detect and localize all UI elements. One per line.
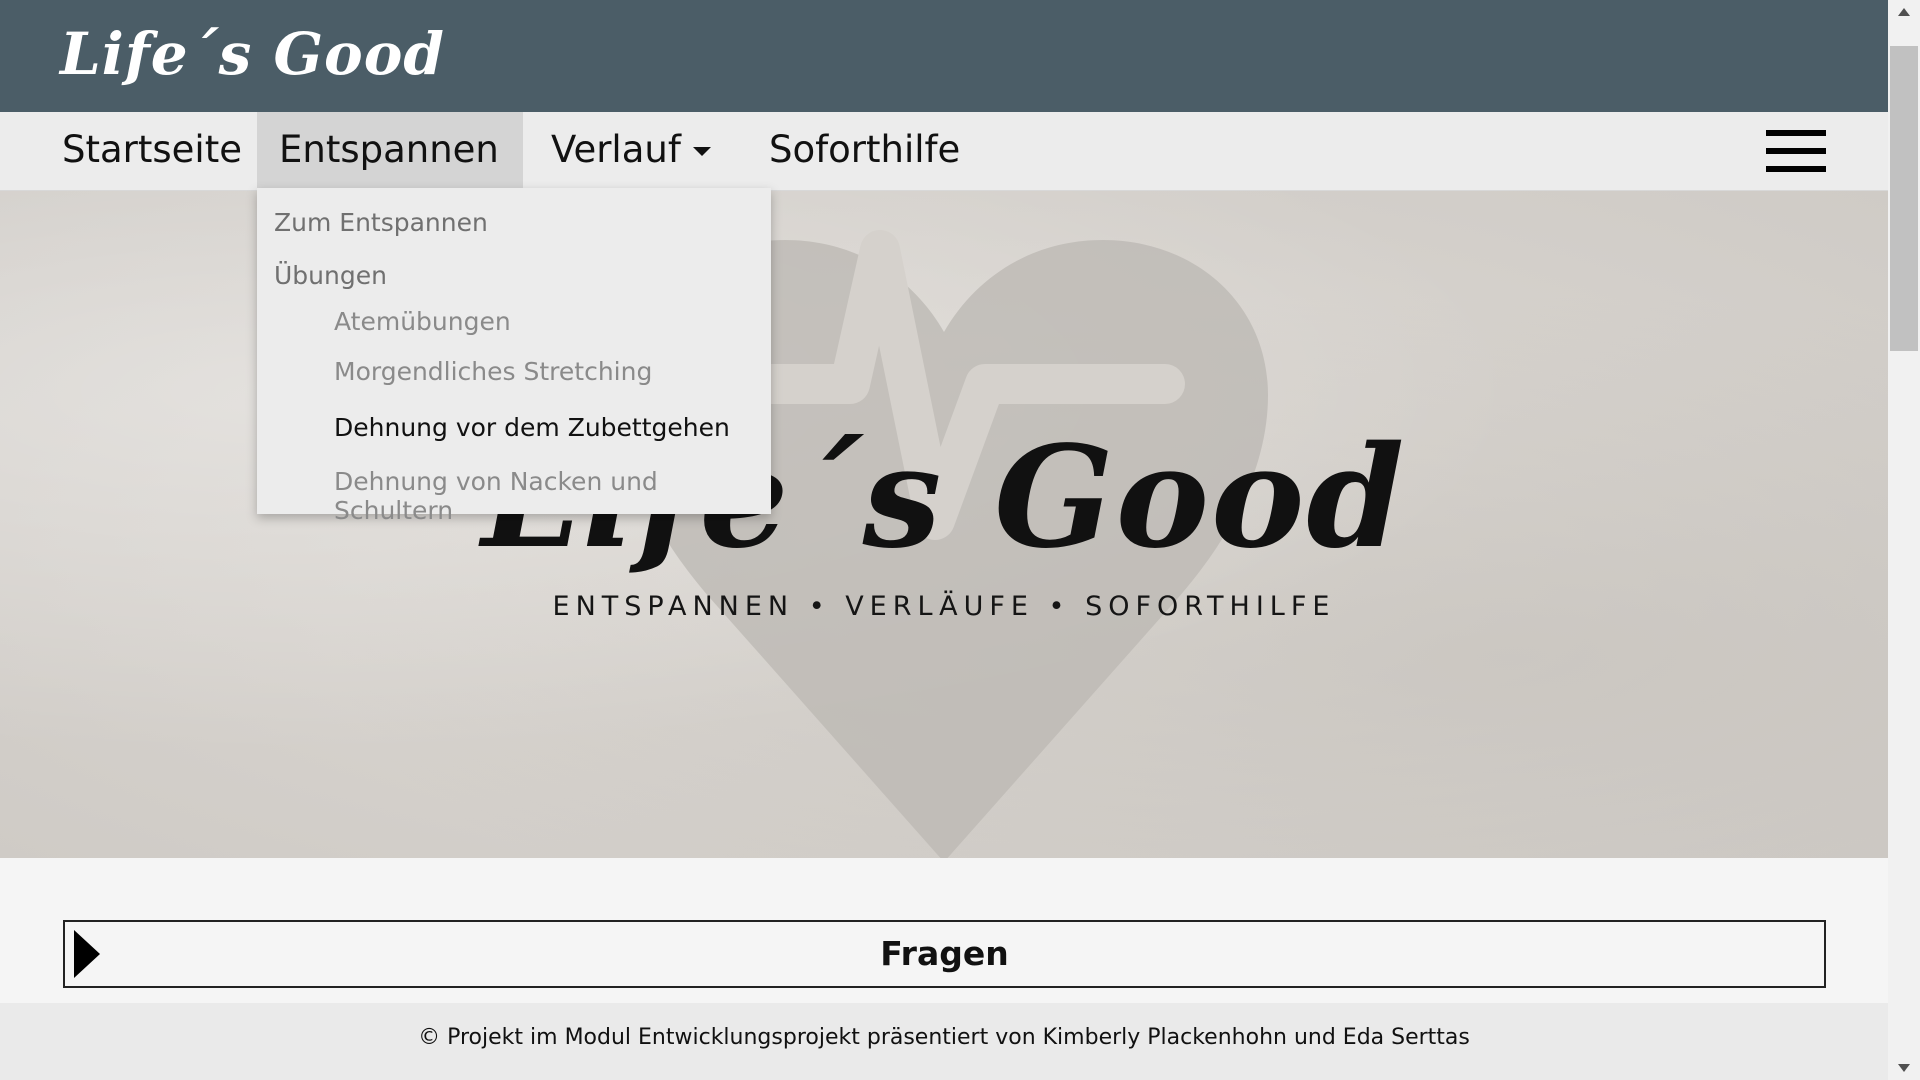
main-navigation: Startseite Entspannen Verlauf Soforthilf… (0, 112, 1888, 232)
nav-verlauf[interactable]: Verlauf (529, 112, 733, 190)
hamburger-icon[interactable] (1766, 130, 1826, 174)
nav-soforthilfe-label: Soforthilfe (769, 128, 961, 171)
nav-entspannen[interactable]: Entspannen (257, 112, 523, 232)
brand-logo-link[interactable]: Life´s Good (60, 20, 445, 88)
nav-verlauf-label: Verlauf (551, 128, 681, 171)
page-footer: © Projekt im Modul Entwicklungsprojekt p… (0, 1003, 1888, 1080)
questions-accordion[interactable]: Fragen (63, 920, 1826, 988)
hero-tagline: ENTSPANNEN • VERLÄUFE • SOFORTHILFE (552, 591, 1336, 622)
nav-startseite[interactable]: Startseite (40, 112, 264, 190)
entspannen-dropdown-menu: Zum Entspannen Übungen Atemübungen Morge… (257, 188, 771, 525)
scroll-up-arrow-icon[interactable] (1898, 8, 1910, 16)
dropdown-zum-entspannen[interactable]: Zum Entspannen (274, 208, 488, 237)
top-header: Life´s Good (0, 0, 1888, 112)
scrollbar-thumb[interactable] (1890, 46, 1918, 351)
accordion-title: Fragen (880, 934, 1009, 973)
vertical-scrollbar[interactable] (1888, 0, 1920, 1080)
nav-entspannen-label: Entspannen (279, 128, 499, 171)
footer-text: © Projekt im Modul Entwicklungsprojekt p… (418, 1025, 1470, 1050)
dropdown-section-uebungen[interactable]: Übungen (274, 261, 387, 290)
dropdown-item-dehnung-nacken[interactable]: Dehnung von Nacken und Schultern (334, 467, 771, 525)
scroll-down-arrow-icon[interactable] (1898, 1064, 1910, 1072)
dropdown-item-atemuebungen[interactable]: Atemübungen (334, 307, 511, 336)
dropdown-item-dehnung-zubettgehen[interactable]: Dehnung vor dem Zubettgehen (334, 413, 730, 442)
nav-soforthilfe[interactable]: Soforthilfe (747, 112, 982, 190)
dropdown-item-morgendliches-stretching[interactable]: Morgendliches Stretching (334, 357, 652, 386)
caret-down-icon (692, 147, 711, 156)
page: Life´s Good Startseite Entspannen Verlau… (0, 0, 1888, 1080)
nav-startseite-label: Startseite (62, 128, 242, 171)
